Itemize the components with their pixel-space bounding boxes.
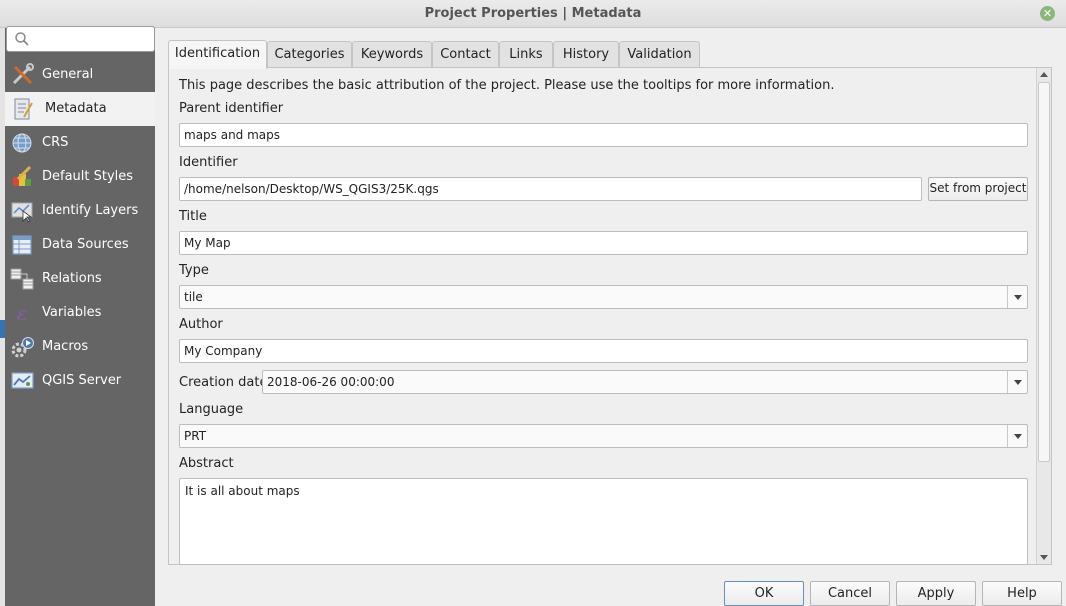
type-combo[interactable]: tile [179,285,1028,309]
sidebar-item-relations[interactable]: Relations [5,262,155,296]
sidebar-item-identify-layers[interactable]: Identify Layers [5,194,155,228]
window-title: Project Properties | Metadata [424,6,642,21]
title-input[interactable]: My Map [179,231,1028,255]
tab-links[interactable]: Links [499,41,553,68]
tab-categories[interactable]: Categories [267,41,352,68]
sidebar-item-label: QGIS Server [42,373,122,388]
language-value: PRT [184,429,207,443]
type-value: tile [184,290,203,304]
sidebar-item-label: CRS [42,135,69,150]
sidebar-item-variables[interactable]: ε Variables [5,296,155,330]
tab-keywords[interactable]: Keywords [352,41,432,68]
table-icon [12,235,32,255]
abstract-textarea[interactable]: It is all about maps [179,478,1028,565]
sidebar-item-label: Identify Layers [42,203,139,218]
identifier-label: Identifier [179,155,238,170]
apply-button[interactable]: Apply [896,581,976,606]
help-button[interactable]: Help [982,581,1062,606]
sidebar-item-label: General [42,67,94,82]
set-from-project-button[interactable]: Set from project [928,177,1028,201]
author-input[interactable]: My Company [179,339,1028,363]
chevron-down-icon[interactable] [1007,425,1027,447]
sidebar-item-crs[interactable]: CRS [5,126,155,160]
tools-icon [12,63,34,85]
close-window-button[interactable]: ✕ [1040,6,1055,21]
server-icon [11,372,34,389]
close-icon: ✕ [1042,7,1053,20]
sidebar-item-general[interactable]: General [5,58,155,92]
sidebar-item-label: Macros [42,339,89,354]
chevron-down-icon[interactable] [1007,286,1027,308]
sidebar-item-label: Metadata [45,101,107,116]
parent-identifier-label: Parent identifier [179,101,284,116]
sidebar-item-label: Relations [42,271,102,286]
chevron-down-icon[interactable] [1007,371,1027,393]
creation-date-value: 2018-06-26 00:00:00 [267,375,395,389]
tab-history[interactable]: History [553,41,619,68]
vertical-scrollbar[interactable] [1036,68,1051,564]
sidebar-item-macros[interactable]: Macros [5,330,155,364]
sidebar: General Metadata CRS Default Styles Iden… [5,26,155,606]
identify-icon [11,202,33,223]
cancel-button[interactable]: Cancel [810,581,890,606]
sidebar-item-default-styles[interactable]: Default Styles [5,160,155,194]
language-combo[interactable]: PRT [179,424,1028,448]
page-description: This page describes the basic attributio… [179,78,835,93]
tab-identification[interactable]: Identification [168,40,267,69]
title-label: Title [179,209,207,224]
parent-identifier-input[interactable]: maps and maps [179,123,1028,147]
gear-icon [11,337,34,358]
creation-date-picker[interactable]: 2018-06-26 00:00:00 [262,370,1028,394]
tab-contact[interactable]: Contact [432,41,499,68]
scrollbar-thumb[interactable] [1038,82,1050,462]
sidebar-item-metadata[interactable]: Metadata [5,92,155,126]
sidebar-nav: General Metadata CRS Default Styles Iden… [5,58,155,398]
scroll-down-icon[interactable] [1037,550,1051,564]
language-label: Language [179,402,244,417]
abstract-label: Abstract [179,456,234,471]
creation-date-label: Creation date [179,375,268,390]
variables-icon: ε [17,301,28,325]
metadata-icon [14,98,33,120]
paintbrush-icon [13,165,32,186]
svg-text:ε: ε [17,301,28,325]
sidebar-item-label: Default Styles [42,169,134,184]
search-icon [15,32,29,46]
scroll-up-icon[interactable] [1037,68,1051,82]
ok-button[interactable]: OK [724,581,804,606]
identification-panel: This page describes the basic attributio… [168,67,1052,565]
sidebar-item-label: Data Sources [42,237,129,252]
sidebar-item-data-sources[interactable]: Data Sources [5,228,155,262]
sidebar-item-qgis-server[interactable]: QGIS Server [5,364,155,398]
identifier-input[interactable]: /home/nelson/Desktop/WS_QGIS3/25K.qgs [179,177,922,201]
tab-validation[interactable]: Validation [619,41,700,68]
search-input[interactable] [6,26,155,52]
type-label: Type [179,263,209,278]
title-bar: Project Properties | Metadata ✕ [0,0,1066,28]
globe-icon [12,133,32,153]
sidebar-item-label: Variables [42,305,102,320]
author-label: Author [179,317,223,332]
relations-icon [10,268,34,290]
